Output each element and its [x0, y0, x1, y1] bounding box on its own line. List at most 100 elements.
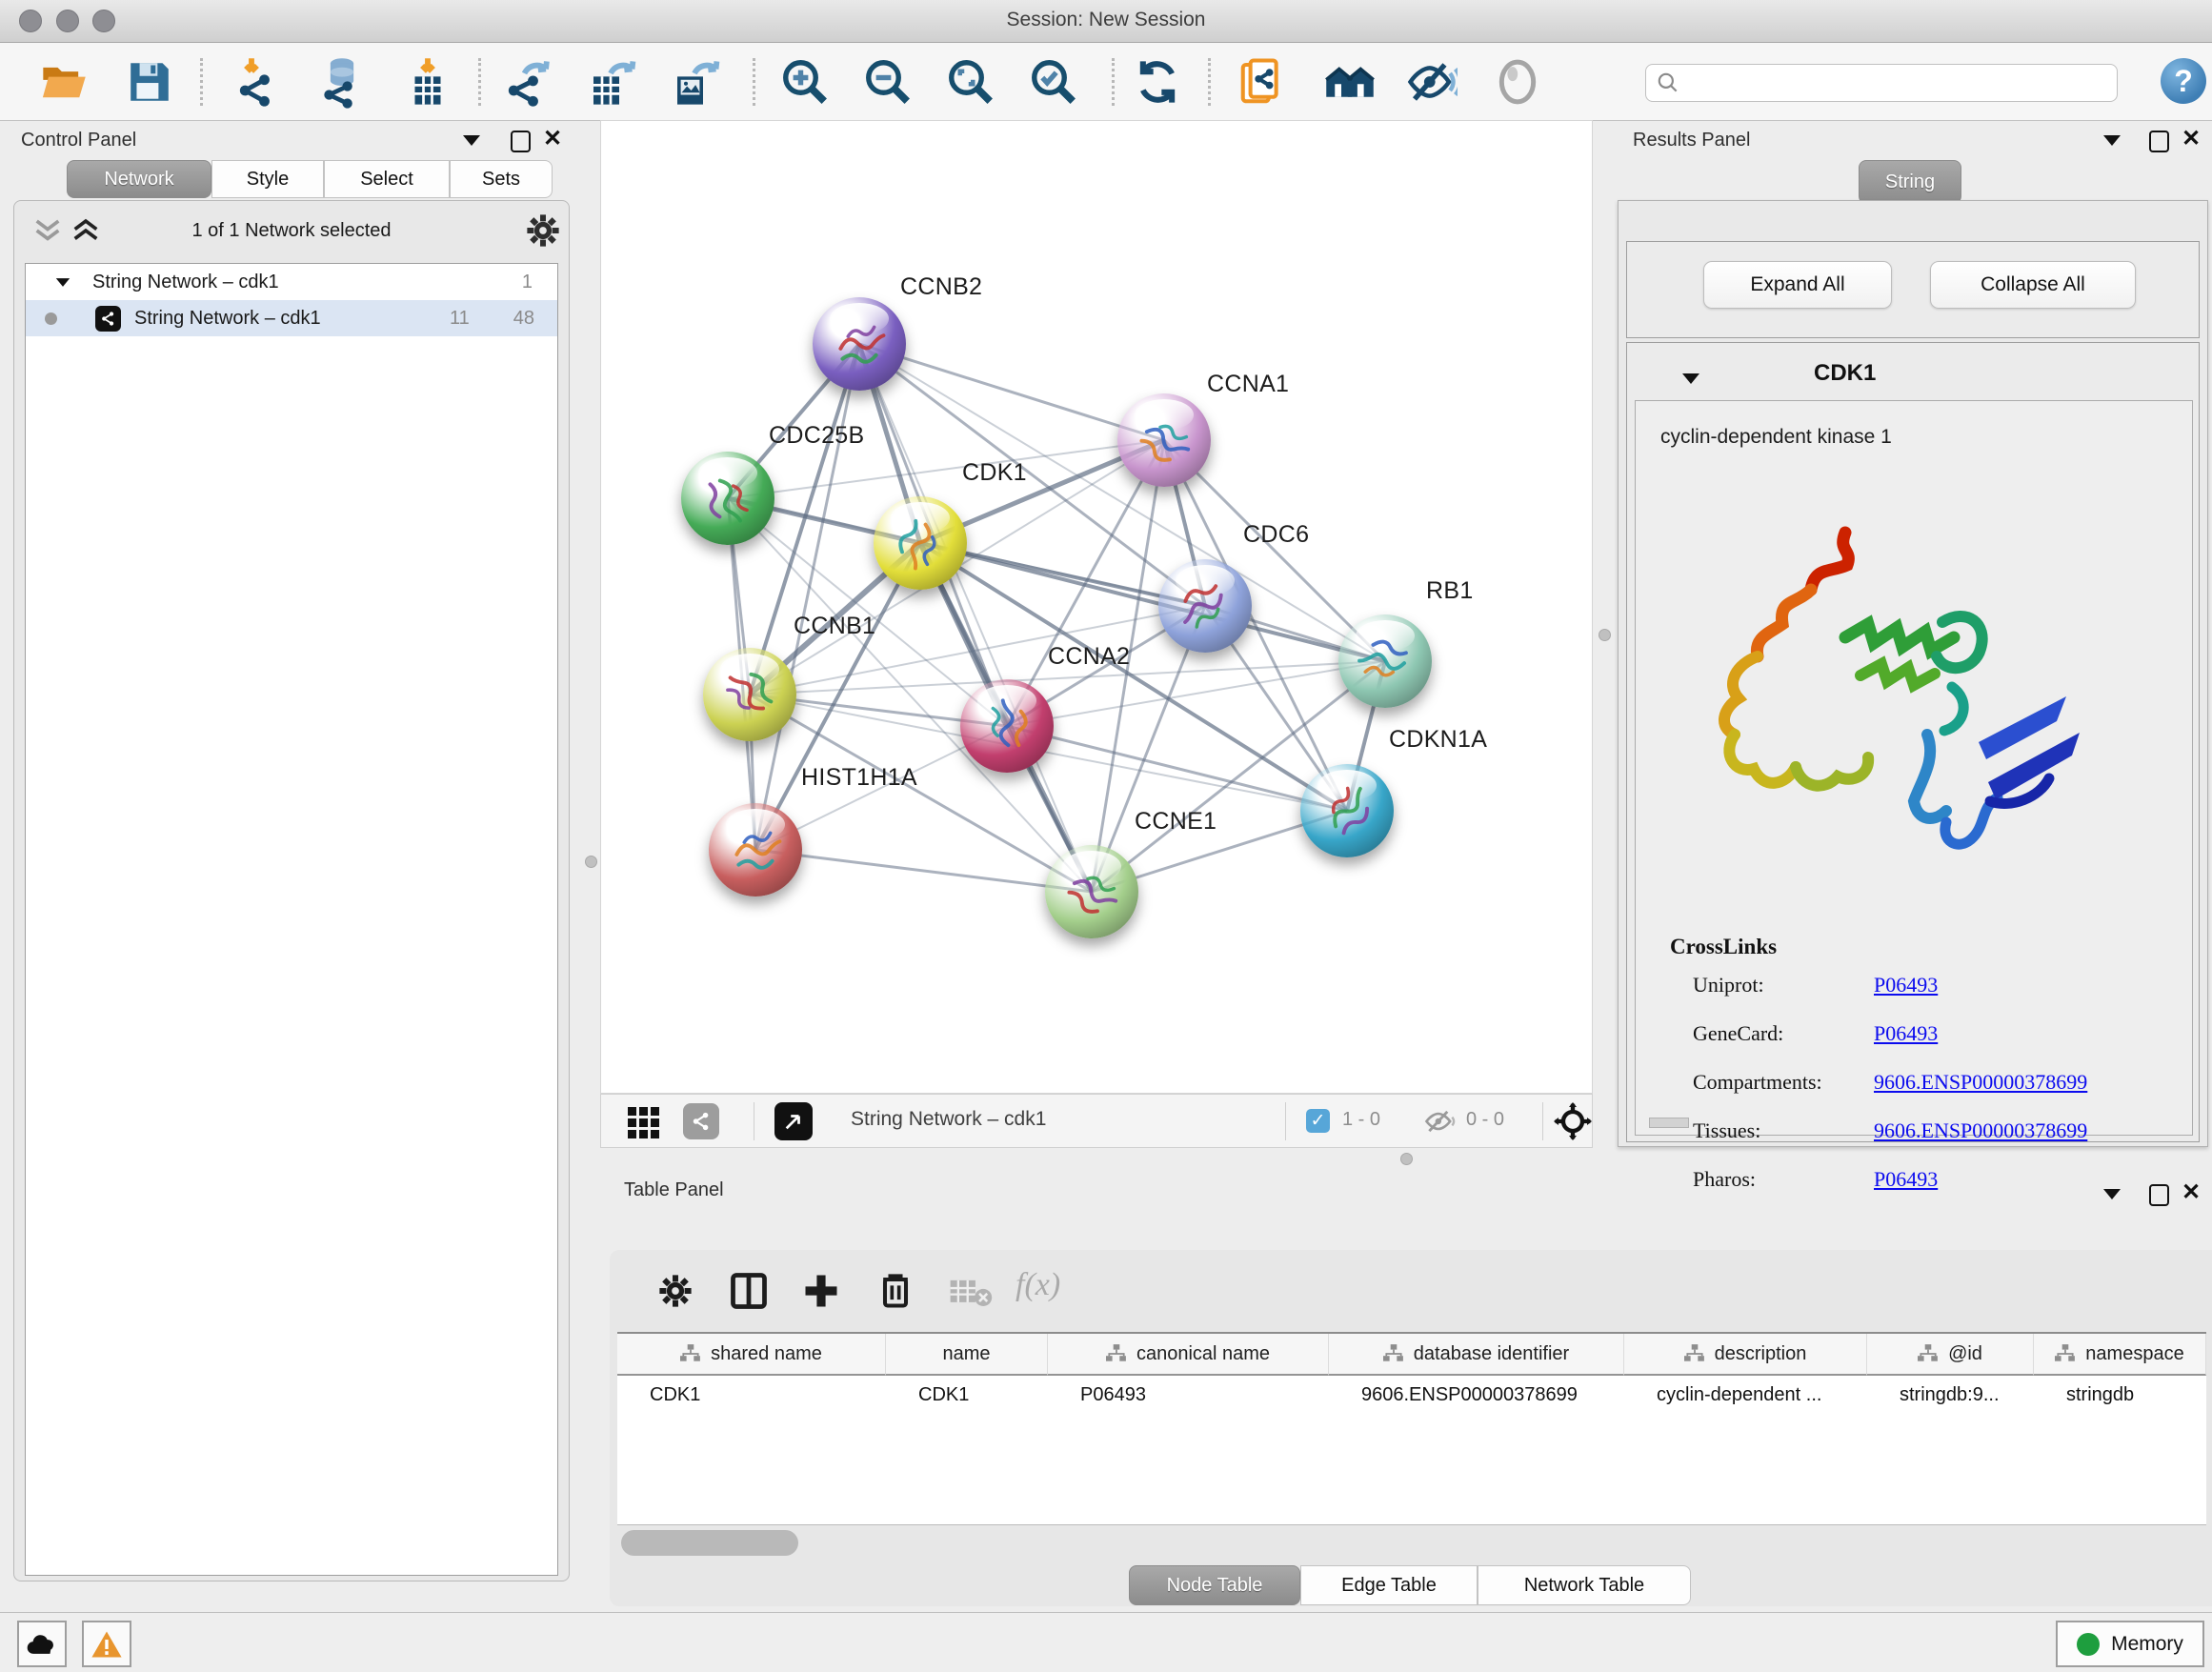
- tab-network-table[interactable]: Network Table: [1478, 1565, 1691, 1605]
- node-label-CCNA2: CCNA2: [1048, 643, 1130, 671]
- zoom-out-icon[interactable]: [862, 56, 914, 108]
- tab-style[interactable]: Style: [211, 160, 324, 198]
- column-header-shared-name[interactable]: shared name: [617, 1334, 886, 1376]
- crosslink-link[interactable]: P06493: [1874, 973, 1938, 997]
- table-horizontal-scrollbar[interactable]: [621, 1530, 798, 1556]
- zoom-in-icon[interactable]: [779, 56, 831, 108]
- network-node-HIST1H1A[interactable]: [709, 803, 802, 896]
- results-panel-float-icon[interactable]: [2149, 131, 2169, 152]
- network-node-CCNB1[interactable]: [703, 648, 796, 741]
- export-table-icon[interactable]: [585, 56, 636, 108]
- table-panel-close-icon[interactable]: ✕: [2182, 1183, 2201, 1202]
- results-panel-collapse-icon[interactable]: [2103, 135, 2121, 146]
- tab-select[interactable]: Select: [324, 160, 450, 198]
- help-icon[interactable]: ?: [2161, 58, 2206, 104]
- network-row[interactable]: String Network – cdk1 11 48: [26, 300, 557, 336]
- control-panel-collapse-icon[interactable]: [463, 135, 480, 146]
- hide-panel-eye-icon[interactable]: [1406, 56, 1458, 108]
- network-node-CDC25B[interactable]: [681, 452, 774, 545]
- zoom-fit-icon[interactable]: [945, 56, 996, 108]
- delete-column-icon[interactable]: [875, 1267, 916, 1313]
- crosslink-link[interactable]: P06493: [1874, 1167, 1938, 1192]
- import-network-icon[interactable]: [234, 56, 286, 108]
- search-box[interactable]: [1645, 64, 2118, 102]
- grid-mode-icon[interactable]: [628, 1107, 659, 1138]
- crosslink-link[interactable]: 9606.ENSP00000378699: [1874, 1070, 2087, 1095]
- network-node-CCNA2[interactable]: [960, 679, 1054, 773]
- network-node-RB1[interactable]: [1338, 614, 1432, 708]
- show-panel-eye-icon[interactable]: [1492, 56, 1543, 108]
- network-node-CDKN1A[interactable]: [1300, 764, 1394, 857]
- table-cell: stringdb: [2034, 1376, 2206, 1414]
- zoom-selected-icon[interactable]: [1028, 56, 1079, 108]
- network-canvas[interactable]: CCNB2 CCNA1 CDC25B CDK1 CDC6 RB1 CCNB1 C…: [600, 120, 1593, 1094]
- column-header-database-identifier[interactable]: database identifier: [1329, 1334, 1624, 1376]
- home-icon[interactable]: [1324, 56, 1376, 108]
- column-header-canonical-name[interactable]: canonical name: [1048, 1334, 1329, 1376]
- mini-scrollbar[interactable]: [1649, 1118, 1689, 1128]
- tab-network[interactable]: Network: [67, 160, 211, 198]
- table-panel-float-icon[interactable]: [2149, 1184, 2169, 1206]
- tab-string[interactable]: String: [1859, 160, 1961, 204]
- refresh-icon[interactable]: [1132, 56, 1183, 108]
- search-input[interactable]: [1680, 71, 2103, 94]
- network-collection-row[interactable]: String Network – cdk1 1: [26, 264, 557, 300]
- network-node-CCNE1[interactable]: [1045, 845, 1138, 938]
- column-header-namespace[interactable]: namespace: [2034, 1334, 2206, 1376]
- tab-node-table[interactable]: Node Table: [1129, 1565, 1300, 1605]
- import-table-icon[interactable]: [402, 56, 453, 108]
- column-header-@id[interactable]: @id: [1867, 1334, 2034, 1376]
- string-network-icon[interactable]: [683, 1103, 719, 1139]
- warnings-button[interactable]: [82, 1621, 131, 1667]
- bottom-splitter-handle[interactable]: [1400, 1153, 1413, 1165]
- footer-separator: [1285, 1102, 1286, 1140]
- left-splitter-handle[interactable]: [585, 856, 597, 868]
- control-panel-float-icon[interactable]: [511, 131, 531, 152]
- open-session-icon[interactable]: [38, 56, 90, 108]
- memory-button[interactable]: Memory: [2056, 1621, 2204, 1667]
- crosslink-link[interactable]: P06493: [1874, 1021, 1938, 1046]
- open-in-browser-icon[interactable]: [1237, 56, 1288, 108]
- tab-edge-table[interactable]: Edge Table: [1300, 1565, 1478, 1605]
- hidden-eye-icon[interactable]: [1422, 1106, 1458, 1137]
- hidden-count: 0 - 0: [1466, 1109, 1504, 1131]
- crosslink-link[interactable]: 9606.ENSP00000378699: [1874, 1118, 2087, 1143]
- right-splitter-handle[interactable]: [1599, 629, 1611, 641]
- export-image-icon[interactable]: [669, 56, 720, 108]
- table-row[interactable]: CDK1CDK1P064939606.ENSP00000378699cyclin…: [617, 1376, 2206, 1414]
- show-columns-icon[interactable]: [728, 1269, 770, 1313]
- add-column-icon[interactable]: [800, 1269, 842, 1313]
- fit-selected-crosshair-icon[interactable]: [1554, 1102, 1592, 1140]
- cloud-button[interactable]: [17, 1621, 67, 1667]
- selected-nodes-checkbox[interactable]: ✓: [1306, 1109, 1330, 1133]
- network-node-CDK1[interactable]: [874, 496, 967, 590]
- table-cell: 9606.ENSP00000378699: [1329, 1376, 1624, 1414]
- column-header-name[interactable]: name: [886, 1334, 1048, 1376]
- network-node-CCNA1[interactable]: [1117, 393, 1211, 487]
- gear-icon[interactable]: [523, 211, 563, 251]
- tree-expander-icon[interactable]: [56, 278, 70, 287]
- network-node-CDC6[interactable]: [1158, 559, 1252, 653]
- toolbar-separator: [1208, 58, 1211, 106]
- protein-thumbnail: [813, 297, 906, 391]
- export-network-icon[interactable]: [503, 56, 554, 108]
- network-node-CCNB2[interactable]: [813, 297, 906, 391]
- birds-eye-view-icon[interactable]: [774, 1102, 813, 1140]
- network-status-dot: [45, 312, 57, 325]
- function-builder-icon[interactable]: f(x): [1016, 1267, 1060, 1303]
- control-panel-close-icon[interactable]: ✕: [543, 130, 562, 149]
- collapse-all-button[interactable]: Collapse All: [1930, 261, 2136, 309]
- expand-all-button[interactable]: Expand All: [1703, 261, 1892, 309]
- node-label-CDKN1A: CDKN1A: [1389, 726, 1487, 754]
- results-panel-close-icon[interactable]: ✕: [2182, 130, 2201, 149]
- gene-card-expander-icon[interactable]: [1682, 373, 1699, 384]
- table-panel-collapse-icon[interactable]: [2103, 1189, 2121, 1199]
- tab-sets[interactable]: Sets: [450, 160, 553, 198]
- save-session-icon[interactable]: [124, 56, 175, 108]
- protein-thumbnail: [709, 803, 802, 896]
- column-header-description[interactable]: description: [1624, 1334, 1867, 1376]
- table-gear-icon[interactable]: [655, 1271, 695, 1311]
- footer-separator: [1542, 1102, 1543, 1140]
- delete-table-icon[interactable]: [949, 1277, 993, 1309]
- import-network-database-icon[interactable]: [316, 56, 368, 108]
